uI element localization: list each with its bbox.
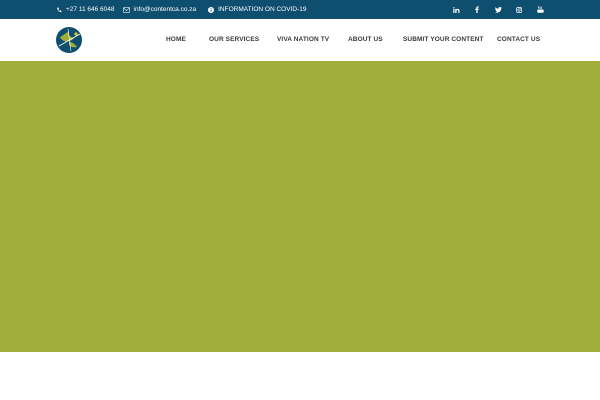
nav-viva-nation-tv[interactable]: VIVA NATION TV (277, 35, 329, 45)
youtube-icon[interactable] (534, 0, 546, 19)
site-logo[interactable] (56, 27, 82, 53)
logo-globe-icon (56, 27, 82, 53)
main-navbar: HOME OUR SERVICES VIVA NATION TV ABOUT U… (0, 19, 600, 61)
covid-info-link[interactable]: INFORMATION ON COVID-19 (208, 6, 306, 13)
instagram-icon[interactable] (513, 0, 525, 19)
phone-icon (57, 7, 62, 12)
nav-contact-us[interactable]: CONTACT US (497, 35, 540, 45)
twitter-icon[interactable] (492, 0, 504, 19)
envelope-icon (122, 6, 130, 13)
nav-our-services[interactable]: OUR SERVICES (209, 35, 259, 45)
phone-link[interactable]: +27 11 646 6048 (56, 6, 115, 13)
email-link[interactable]: info@contentca.co.za (122, 6, 197, 13)
linkedin-icon[interactable] (450, 0, 462, 19)
email-text: info@contentca.co.za (133, 6, 197, 13)
hero-banner (0, 61, 600, 352)
info-icon (208, 6, 215, 13)
nav-home[interactable]: HOME (166, 35, 186, 45)
nav-about-us[interactable]: ABOUT US (348, 35, 383, 45)
facebook-icon[interactable] (471, 0, 483, 19)
covid-info-text: INFORMATION ON COVID-19 (218, 6, 307, 13)
phone-text: +27 11 646 6048 (66, 6, 115, 13)
top-bar: +27 11 646 6048 info@contentca.co.za INF… (0, 0, 600, 19)
nav-submit-your-content[interactable]: SUBMIT YOUR CONTENT (403, 35, 484, 45)
contact-info: +27 11 646 6048 info@contentca.co.za INF… (56, 0, 314, 19)
page-content-area (0, 352, 600, 400)
